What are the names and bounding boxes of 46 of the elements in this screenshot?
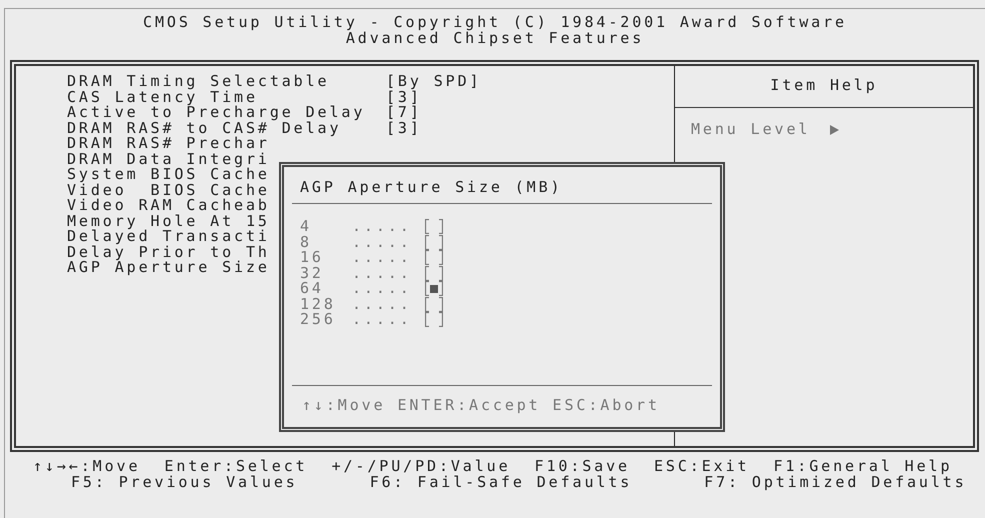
popup-title: AGP Aperture Size (MB) — [300, 178, 562, 196]
dot-leader: ..... — [352, 219, 413, 234]
window-title: CMOS Setup Utility - Copyright (C) 1984-2001 Award Software — [142, 15, 848, 30]
option-marker[interactable] — [425, 234, 443, 250]
setting-label[interactable]: DRAM RAS# Prechar — [67, 136, 386, 152]
dot-leader: ..... — [352, 281, 413, 296]
setting-label[interactable]: Active to Precharge Delay — [67, 105, 386, 120]
setting-label[interactable]: CAS Latency Time — [67, 90, 386, 105]
menu-level-arrow-icon — [830, 124, 840, 135]
setting-value[interactable]: [3] — [386, 118, 422, 136]
option-label[interactable]: 64 — [300, 281, 352, 296]
option-label[interactable]: 16 — [300, 250, 352, 266]
option-label[interactable]: 128 — [300, 296, 352, 312]
popup-key-hints: ↑↓:Move ENTER:Accept ESC:Abort — [302, 396, 660, 414]
dot-leader: ..... — [352, 234, 413, 250]
dot-leader: ..... — [352, 266, 413, 281]
key-hint: F6: Fail-Safe Defaults — [370, 475, 632, 491]
key-hint: F10:Save — [534, 459, 630, 475]
screen-subtitle: Advanced Chipset Features — [346, 30, 646, 46]
option-label[interactable]: 4 — [300, 219, 352, 234]
key-hint: Enter:Select — [164, 459, 308, 475]
setting-label[interactable]: DRAM RAS# to CAS# Delay — [67, 120, 386, 136]
item-help-heading: Item Help — [675, 66, 973, 108]
setting-label[interactable]: DRAM Data Integri — [67, 152, 386, 167]
setting-label[interactable]: DRAM Timing Selectable — [67, 74, 386, 90]
key-hint: F1:General Help — [773, 459, 952, 475]
option-label[interactable]: 8 — [300, 234, 352, 250]
dot-leader: ..... — [352, 250, 413, 266]
option-marker[interactable] — [425, 281, 443, 296]
key-hint: ESC:Exit — [654, 459, 750, 475]
option-marker[interactable] — [425, 296, 443, 312]
dot-leader: ..... — [352, 312, 413, 328]
key-hint: ↑↓→←:Move — [33, 459, 140, 475]
option-marker[interactable] — [425, 219, 443, 234]
key-hint: F5: Previous Values — [71, 475, 298, 491]
key-hint: F7: Optimized Defaults — [704, 475, 967, 491]
option-marker[interactable] — [425, 266, 443, 281]
option-label[interactable]: 32 — [300, 266, 352, 281]
setting-value[interactable]: [By SPD] — [386, 72, 482, 90]
option-marker[interactable] — [425, 312, 443, 328]
option-marker[interactable] — [425, 250, 443, 266]
menu-level-label: Menu Level — [691, 122, 810, 138]
dot-leader: ..... — [352, 296, 413, 312]
setting-value[interactable]: [7] — [386, 103, 422, 121]
key-hint: +/-/PU/PD:Value — [332, 459, 511, 475]
option-label[interactable]: 256 — [300, 312, 352, 328]
